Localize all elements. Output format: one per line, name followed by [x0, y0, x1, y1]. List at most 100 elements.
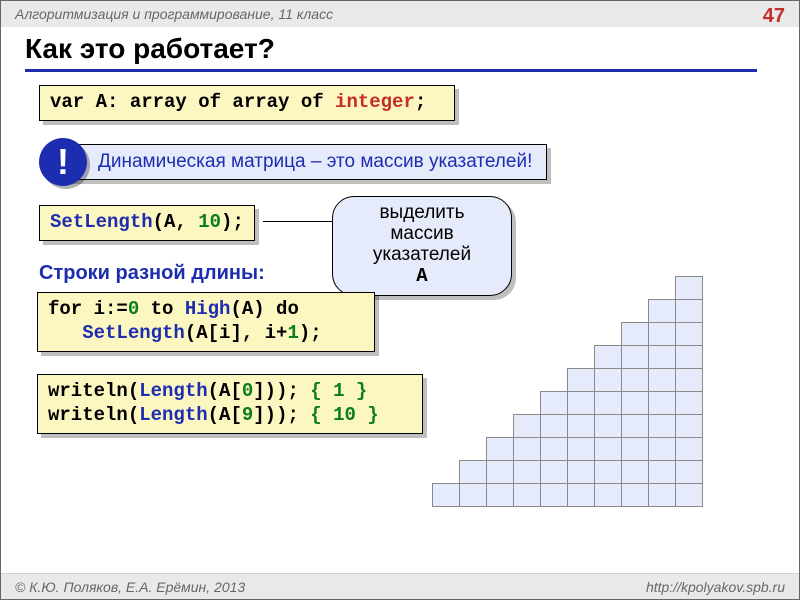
code-text: (A) do — [230, 298, 298, 320]
stair-cell — [648, 483, 676, 507]
stair-cell — [675, 345, 703, 369]
stair-row — [514, 415, 703, 438]
page-number: 47 — [763, 5, 785, 28]
stair-cell — [648, 299, 676, 323]
stair-cell — [540, 483, 568, 507]
callout-line: массив — [343, 224, 501, 245]
code-text: to — [139, 298, 185, 320]
code-text: writeln( — [48, 380, 139, 402]
stair-cell — [675, 414, 703, 438]
stair-cell — [567, 483, 595, 507]
stair-cell — [621, 483, 649, 507]
stair-cell — [594, 483, 622, 507]
stair-row — [487, 438, 703, 461]
stair-cell — [648, 391, 676, 415]
stair-cell — [513, 483, 541, 507]
callout-connector — [263, 221, 333, 222]
callout-bubble: выделить массив указателей A — [332, 196, 512, 296]
code-text: writeln( — [48, 404, 139, 426]
stair-cell — [621, 460, 649, 484]
code-text: ; — [415, 91, 426, 113]
stair-cell — [648, 460, 676, 484]
code-number: 0 — [128, 298, 139, 320]
course-title: Алгоритмизация и программирование, 11 кл… — [15, 6, 333, 22]
code-comment: { 1 } — [310, 380, 367, 402]
stair-cell — [513, 437, 541, 461]
stair-cell — [459, 460, 487, 484]
stair-cell — [648, 437, 676, 461]
stair-cell — [567, 414, 595, 438]
stair-cell — [675, 322, 703, 346]
code-text: ); — [221, 211, 244, 233]
code-number: 0 — [242, 380, 253, 402]
footer-copyright: © К.Ю. Поляков, Е.А. Ерёмин, 2013 — [15, 579, 245, 595]
note-row: ! Динамическая матрица – это массив указ… — [39, 138, 547, 186]
stair-cell — [621, 437, 649, 461]
code-text: ])); — [253, 404, 310, 426]
stair-cell — [594, 414, 622, 438]
stair-cell — [540, 391, 568, 415]
stair-cell — [621, 345, 649, 369]
code-number: 9 — [242, 404, 253, 426]
code-indent — [48, 322, 82, 344]
stair-cell — [621, 414, 649, 438]
code-text: ])); — [253, 380, 310, 402]
stair-cell — [513, 414, 541, 438]
subheading: Строки разной длины: — [39, 262, 265, 285]
stair-cell — [432, 483, 460, 507]
stair-cell — [675, 368, 703, 392]
code-fn: SetLength — [50, 211, 153, 233]
note-box: Динамическая матрица – это массив указат… — [69, 144, 547, 180]
code-fn: Length — [139, 380, 207, 402]
stair-row — [433, 484, 703, 507]
stair-row — [595, 346, 703, 369]
stair-row — [649, 300, 703, 323]
stair-cell — [594, 460, 622, 484]
stair-cell — [648, 414, 676, 438]
code-box-setlength: SetLength(A, 10); — [39, 205, 255, 241]
stair-cell — [540, 414, 568, 438]
slide-title: Как это работает? — [25, 33, 757, 72]
code-text: (A[i], i+ — [185, 322, 288, 344]
stair-cell — [567, 391, 595, 415]
code-fn: SetLength — [82, 322, 185, 344]
stair-cell — [675, 460, 703, 484]
code-comment: { 10 } — [310, 404, 378, 426]
stair-cell — [675, 299, 703, 323]
stair-cell — [486, 460, 514, 484]
stair-cell — [675, 391, 703, 415]
course-header: Алгоритмизация и программирование, 11 кл… — [1, 1, 799, 27]
stair-row — [676, 277, 703, 300]
stair-cell — [594, 345, 622, 369]
stair-cell — [675, 276, 703, 300]
callout-line: выделить — [343, 203, 501, 224]
stair-row — [541, 392, 703, 415]
stair-cell — [486, 437, 514, 461]
stair-row — [568, 369, 703, 392]
footer-url: http://kpolyakov.spb.ru — [646, 579, 785, 595]
footer: © К.Ю. Поляков, Е.А. Ерёмин, 2013 http:/… — [1, 573, 799, 599]
code-box-loop: for i:=0 to High(A) do SetLength(A[i], i… — [37, 292, 375, 352]
stair-cell — [594, 391, 622, 415]
stair-cell — [621, 368, 649, 392]
code-number: 10 — [198, 211, 221, 233]
stair-cell — [621, 322, 649, 346]
stair-cell — [486, 483, 514, 507]
stair-cell — [567, 460, 595, 484]
callout-line: указателей — [343, 245, 501, 266]
stair-cell — [648, 345, 676, 369]
code-text: ); — [299, 322, 322, 344]
stair-cell — [513, 460, 541, 484]
code-fn: Length — [139, 404, 207, 426]
stair-cell — [594, 368, 622, 392]
stair-row — [460, 461, 703, 484]
code-box-declaration: var A: array of array of integer; — [39, 85, 455, 121]
stair-cell — [540, 460, 568, 484]
code-box-output: writeln(Length(A[0])); { 1 } writeln(Len… — [37, 374, 423, 434]
stair-cell — [621, 391, 649, 415]
code-text: (A[ — [208, 380, 242, 402]
stair-cell — [567, 437, 595, 461]
code-text: (A, — [153, 211, 199, 233]
code-text: for i:= — [48, 298, 128, 320]
stair-cell — [675, 483, 703, 507]
